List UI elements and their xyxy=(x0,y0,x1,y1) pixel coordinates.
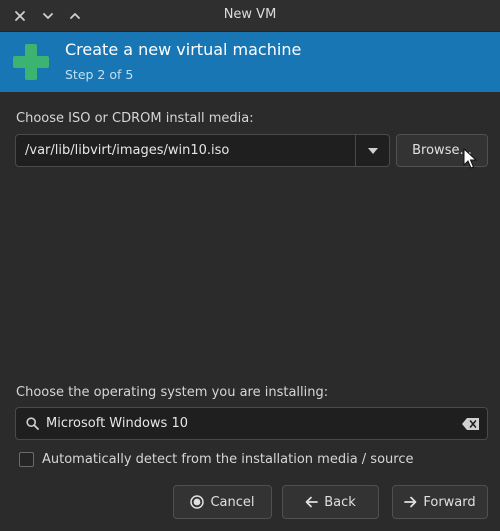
cancel-button[interactable]: Cancel xyxy=(173,485,272,519)
forward-button-label: Forward xyxy=(423,494,476,510)
autodetect-option[interactable]: Automatically detect from the installati… xyxy=(19,451,413,467)
wizard-header: Create a new virtual machine Step 2 of 5 xyxy=(0,32,500,92)
os-search-value[interactable]: Microsoft Windows 10 xyxy=(46,416,188,431)
arrow-right-icon xyxy=(404,496,417,508)
autodetect-label[interactable]: Automatically detect from the installati… xyxy=(42,452,413,467)
title-bar: New VM xyxy=(0,0,500,32)
autodetect-checkbox[interactable] xyxy=(19,451,34,467)
clear-icon[interactable] xyxy=(462,418,479,430)
back-button[interactable]: Back xyxy=(282,485,379,519)
forward-button[interactable]: Forward xyxy=(392,485,488,519)
cancel-button-label: Cancel xyxy=(210,494,255,510)
arrow-left-icon xyxy=(305,496,319,508)
os-search-input[interactable]: Microsoft Windows 10 xyxy=(15,407,488,440)
cancel-icon xyxy=(190,495,205,509)
window-title: New VM xyxy=(223,7,277,22)
install-media-label: Choose ISO or CDROM install media: xyxy=(16,111,254,126)
os-label: Choose the operating system you are inst… xyxy=(16,385,329,400)
install-media-path[interactable]: /var/lib/libvirt/images/win10.iso xyxy=(25,143,229,158)
install-media-combobox[interactable]: /var/lib/libvirt/images/win10.iso xyxy=(15,134,390,167)
wizard-title: Create a new virtual machine xyxy=(65,40,302,59)
plus-icon xyxy=(13,44,49,80)
wizard-step: Step 2 of 5 xyxy=(65,67,134,82)
back-button-label: Back xyxy=(324,494,356,510)
mouse-cursor-icon xyxy=(463,148,477,169)
search-icon xyxy=(26,417,39,430)
dropdown-arrow-icon[interactable] xyxy=(356,135,390,166)
